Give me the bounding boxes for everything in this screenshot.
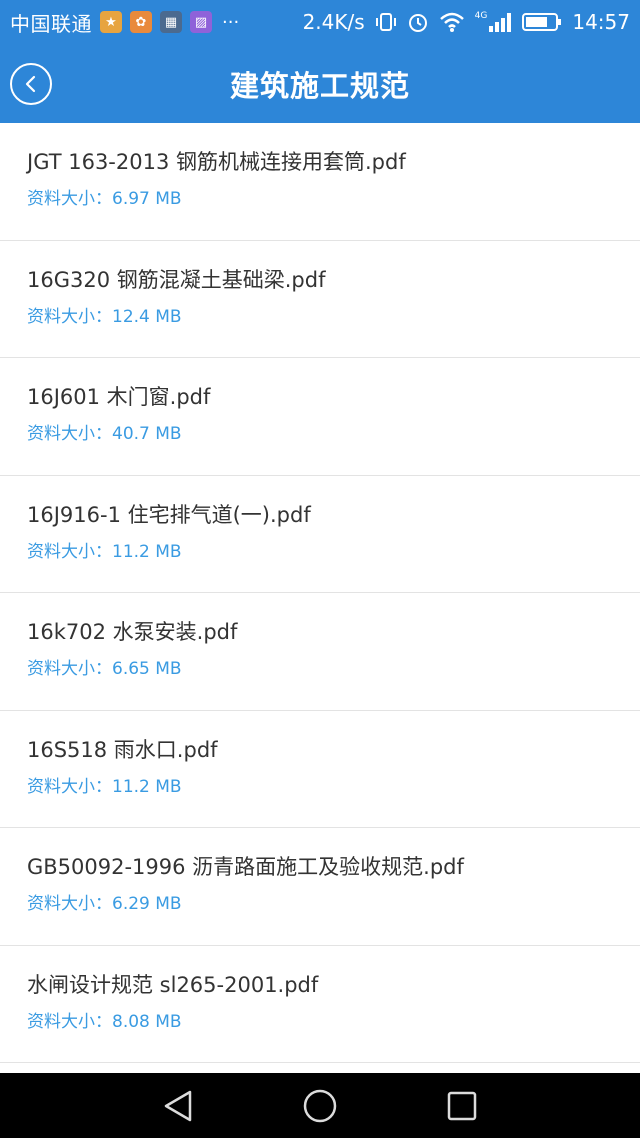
file-size: 资料大小：8.08 MB <box>27 1011 182 1032</box>
file-size: 资料大小：12.4 MB <box>27 306 182 327</box>
circle-home-icon <box>303 1089 337 1123</box>
notification-gallery-icon: ▨ <box>190 11 212 33</box>
file-size: 资料大小：6.97 MB <box>27 189 182 209</box>
status-right: 2.4K/s 4G 14:57 <box>303 10 630 34</box>
square-recents-icon <box>447 1091 477 1121</box>
file-name: JGT 163-2013 钢筋机械连接用套筒.pdf <box>27 150 406 174</box>
file-size: 资料大小：6.65 MB <box>27 659 182 679</box>
network-type: 4G <box>474 11 488 21</box>
more-notifications-icon: ··· <box>222 11 240 33</box>
file-size: 资料大小：11.2 MB <box>27 776 182 797</box>
file-size: 资料大小：6.29 MB <box>27 894 182 914</box>
nav-back-button[interactable] <box>160 1088 196 1124</box>
file-size: 资料大小：11.2 MB <box>27 541 182 562</box>
system-nav-bar <box>0 1073 640 1138</box>
list-item[interactable]: GB50092-1996 沥青路面施工及验收规范.pdf 资料大小：6.29 M… <box>0 828 640 946</box>
triangle-back-icon <box>164 1090 192 1122</box>
vibrate-icon <box>375 11 397 33</box>
file-name: 16S518 雨水口.pdf <box>27 737 218 762</box>
notification-app-icon: ★ <box>100 11 122 33</box>
file-name: 16J916-1 住宅排气道(一).pdf <box>27 502 311 527</box>
alarm-icon <box>407 11 429 33</box>
carrier-label: 中国联通 <box>10 11 92 36</box>
file-name: 16k702 水泵安装.pdf <box>27 620 238 644</box>
file-size: 资料大小：40.7 MB <box>27 424 182 444</box>
battery-icon <box>522 11 562 33</box>
list-item[interactable]: 16G320 钢筋混凝土基础梁.pdf 资料大小：12.4 MB <box>0 241 640 358</box>
status-left: 中国联通 ★ ✿ ▦ ▨ ··· <box>10 8 239 37</box>
nav-home-button[interactable] <box>302 1088 338 1124</box>
wifi-icon <box>439 11 465 33</box>
list-item[interactable]: 16S518 雨水口.pdf 资料大小：11.2 MB <box>0 711 640 828</box>
nav-recents-button[interactable] <box>444 1088 480 1124</box>
status-bar: 中国联通 ★ ✿ ▦ ▨ ··· 2.4K/s 4G 14:57 <box>0 0 640 44</box>
file-list: JGT 163-2013 钢筋机械连接用套筒.pdf 资料大小：6.97 MB … <box>0 123 640 1073</box>
clock: 14:57 <box>572 10 630 34</box>
file-name: 水闸设计规范 sl265-2001.pdf <box>27 972 319 997</box>
network-speed: 2.4K/s <box>302 10 365 34</box>
file-name: 16J601 木门窗.pdf <box>27 385 211 409</box>
notification-app-icon: ▦ <box>160 11 182 33</box>
file-name: GB50092-1996 沥青路面施工及验收规范.pdf <box>27 855 464 879</box>
list-item[interactable]: 16J916-1 住宅排气道(一).pdf 资料大小：11.2 MB <box>0 476 640 593</box>
signal-icon: 4G <box>475 11 513 33</box>
list-item[interactable]: 水闸设计规范 sl265-2001.pdf 资料大小：8.08 MB <box>0 946 640 1063</box>
file-name: 16G320 钢筋混凝土基础梁.pdf <box>27 267 326 292</box>
notification-app-icon: ✿ <box>130 11 152 33</box>
list-item[interactable]: 16k702 水泵安装.pdf 资料大小：6.65 MB <box>0 593 640 711</box>
page-title: 建筑施工规范 <box>229 68 410 103</box>
list-item[interactable]: JGT 163-2013 钢筋机械连接用套筒.pdf 资料大小：6.97 MB <box>0 123 640 241</box>
app-header: 建筑施工规范 <box>0 44 640 123</box>
list-item[interactable]: 16J601 木门窗.pdf 资料大小：40.7 MB <box>0 358 640 476</box>
